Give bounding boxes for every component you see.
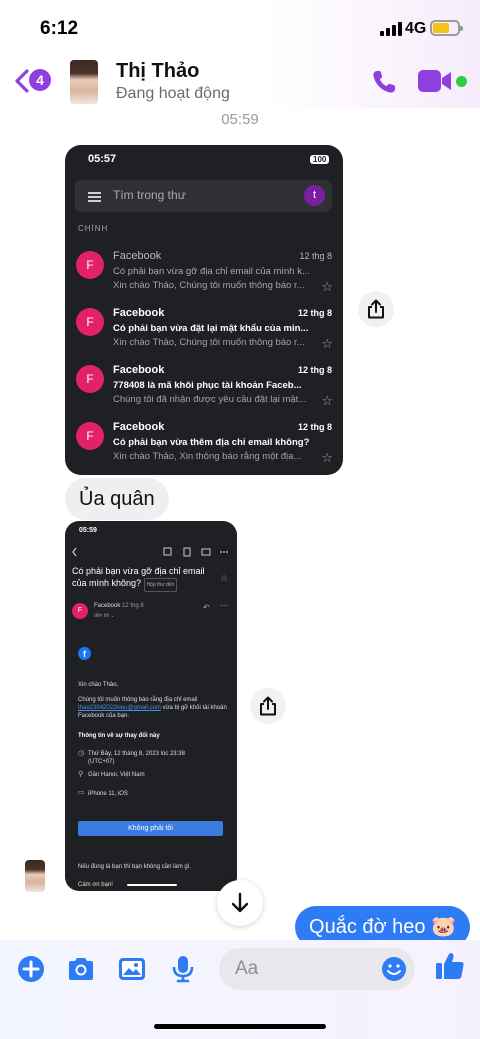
- screenshot-time: 05:59: [79, 527, 97, 534]
- screenshot-search-bar: Tìm trong thư t: [75, 180, 332, 212]
- star-icon: ☆: [321, 336, 333, 351]
- online-status-dot: [456, 76, 467, 87]
- emoji-icon[interactable]: [381, 956, 407, 982]
- info-date: Thứ Bảy, 12 tháng 8, 2023 lúc 23:38 (UTC…: [88, 751, 185, 765]
- recipient-line: đến tôi ⌄: [94, 613, 115, 619]
- sender-date: 12 thg 8: [122, 603, 144, 609]
- sender-avatar: F: [76, 308, 104, 336]
- info-location: Gần Hanoi, Việt Nam: [88, 772, 145, 778]
- message-input-placeholder: Aa: [235, 958, 259, 979]
- hamburger-menu-icon: [88, 192, 101, 202]
- email-date: 12 thg 8: [297, 365, 332, 375]
- screenshot-home-indicator: [127, 884, 177, 886]
- not-me-button: Không phải tôi: [78, 821, 223, 836]
- star-icon: ☆: [321, 450, 333, 465]
- email-greeting: Xin chào Thảo,: [78, 682, 119, 688]
- message-input[interactable]: Aa: [219, 948, 415, 990]
- share-icon: [260, 696, 276, 716]
- message-timestamp: 05:59: [221, 111, 259, 128]
- thumbs-up-icon[interactable]: [434, 950, 466, 982]
- email-subject: Có phải bạn vừa thêm địa chỉ email không…: [113, 437, 310, 448]
- email-snippet: Xin chào Thảo, Chúng tôi muốn thông báo …: [113, 280, 305, 291]
- screenshot-time: 05:57: [88, 153, 117, 165]
- contact-status: Đang hoạt động: [116, 85, 230, 102]
- screenshot-sender: Facebook 12 thg 8: [94, 603, 144, 609]
- photo-gallery-icon[interactable]: [117, 954, 147, 984]
- info-heading: Thông tin về sự thay đổi này: [78, 733, 160, 739]
- email-date: 12 thg 8: [297, 422, 332, 432]
- email-subject: Có phải bạn vừa đặt lại mật khẩu của min…: [113, 323, 309, 334]
- email-snippet: Chúng tôi đã nhận được yêu cầu đặt lại m…: [113, 394, 307, 405]
- reply-icon: ↶: [203, 603, 210, 612]
- screenshot-email-row: F Facebook 12 thg 8 Có phải bạn vừa thêm…: [65, 418, 343, 475]
- home-indicator: [154, 1024, 326, 1029]
- shared-image-inbox[interactable]: 05:57 100 Tìm trong thư t CHÍNH F Facebo…: [65, 145, 343, 475]
- star-icon: ☆: [220, 573, 229, 583]
- email-date: 12 thg 8: [297, 308, 332, 318]
- camera-icon[interactable]: [66, 954, 96, 984]
- unread-count-badge[interactable]: 4: [29, 69, 51, 91]
- info-device: iPhone 11, iOS: [88, 791, 128, 797]
- plus-icon[interactable]: [16, 954, 46, 984]
- clock-icon: ◷: [78, 750, 85, 757]
- email-date: 12 thg 8: [299, 251, 332, 261]
- star-icon: ☆: [321, 393, 333, 408]
- share-button[interactable]: [358, 291, 394, 327]
- screenshot-search-placeholder: Tìm trong thư: [113, 188, 186, 202]
- battery-icon: [430, 20, 463, 36]
- star-icon: ☆: [321, 279, 333, 294]
- email-footer: Nếu đúng là bạn thì bạn không cần làm gì…: [78, 864, 192, 870]
- screenshot-email-row: F Facebook 12 thg 8 778408 là mã khôi ph…: [65, 361, 343, 418]
- microphone-icon[interactable]: [168, 954, 198, 984]
- folder-label: Hộp thư đến: [143, 578, 178, 592]
- email-body: Chúng tôi muốn thông báo rằng địa chỉ em…: [78, 697, 227, 719]
- contact-name[interactable]: Thị Thảo: [116, 60, 199, 83]
- share-icon: [368, 299, 384, 319]
- share-button[interactable]: [250, 688, 286, 724]
- location-icon: ⚲: [78, 771, 84, 778]
- email-subject: Có phải bạn vừa gỡ địa chỉ email của mìn…: [113, 266, 310, 277]
- email-sender: Facebook: [113, 307, 165, 319]
- email-subject: 778408 là mã khôi phục tài khoản Faceb..…: [113, 380, 302, 391]
- incoming-message-bubble[interactable]: Ủa quân: [65, 478, 169, 520]
- sender-name: Facebook: [94, 603, 121, 609]
- sender-avatar: F: [76, 251, 104, 279]
- screenshot-section-label: CHÍNH: [78, 224, 109, 233]
- email-sender: Facebook: [113, 421, 165, 433]
- email-title-text: Có phải bạn vừa gỡ địa chỉ email của mìn…: [72, 566, 205, 588]
- arrow-down-icon: [231, 892, 249, 913]
- signal-icon: [380, 22, 402, 36]
- screenshot-toolbar-icons: [72, 547, 228, 557]
- sender-avatar: F: [72, 603, 88, 619]
- sender-avatar: F: [76, 365, 104, 393]
- facebook-logo-icon: f: [78, 647, 91, 660]
- device-icon: ▭: [78, 789, 85, 796]
- screenshot-email-row: F Facebook 12 thg 8 Có phải bạn vừa gỡ đ…: [65, 247, 343, 304]
- sender-avatar: F: [76, 422, 104, 450]
- sender-small-avatar[interactable]: [25, 860, 45, 892]
- email-sender: Facebook: [113, 250, 162, 262]
- screenshot-email-title: Có phải bạn vừa gỡ địa chỉ email của mìn…: [72, 565, 220, 592]
- scroll-to-bottom-button[interactable]: [217, 880, 263, 926]
- video-call-icon[interactable]: [418, 70, 452, 92]
- shared-image-email[interactable]: 05:59 Có phải bạn vừa gỡ địa chỉ email c…: [65, 521, 237, 891]
- more-icon: ⋯: [220, 601, 228, 610]
- status-time: 6:12: [40, 18, 79, 39]
- network-type: 4G: [405, 20, 427, 37]
- screenshot-battery: 100: [310, 155, 330, 164]
- phone-call-icon[interactable]: [370, 68, 398, 96]
- email-snippet: Xin chào Thảo, Chúng tôi muốn thông báo …: [113, 337, 305, 348]
- screenshot-email-row: F Facebook 12 thg 8 Có phải bạn vừa đặt …: [65, 304, 343, 361]
- email-snippet: Xin chào Thảo, Xin thông báo rằng một đị…: [113, 451, 302, 462]
- contact-avatar[interactable]: [70, 60, 98, 104]
- screenshot-account-avatar: t: [304, 185, 325, 206]
- email-sender: Facebook: [113, 364, 165, 376]
